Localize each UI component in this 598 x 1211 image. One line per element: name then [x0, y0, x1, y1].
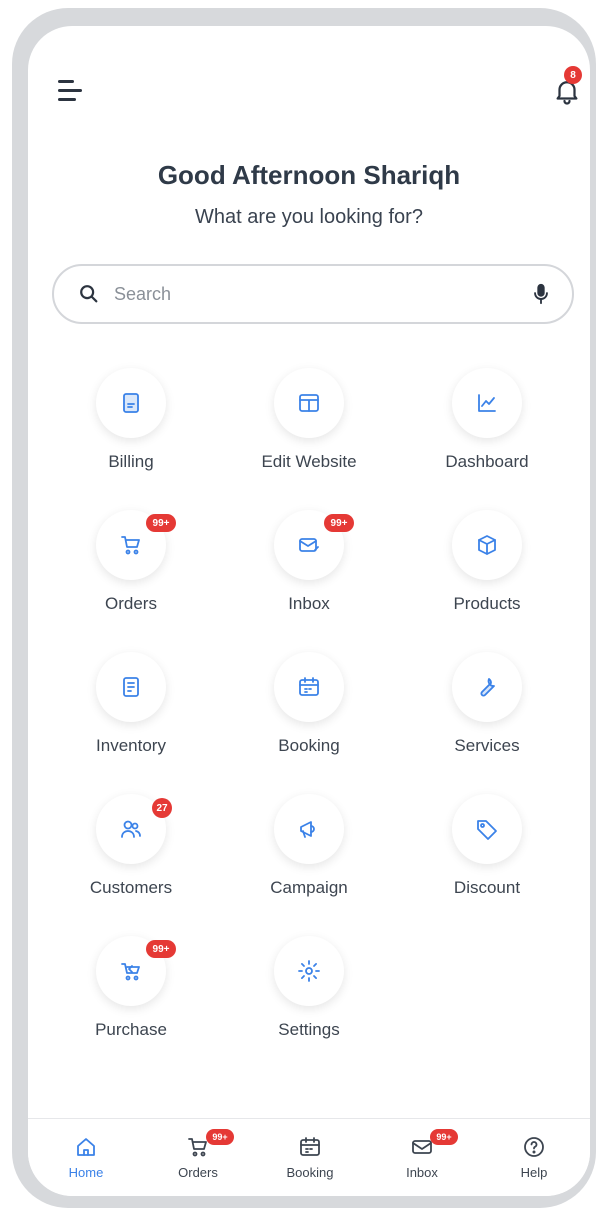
search-bar	[52, 264, 574, 324]
tile-inventory[interactable]: Inventory	[46, 652, 216, 772]
purchase-icon	[121, 963, 140, 981]
nav-inbox[interactable]: Inbox 99+	[372, 1129, 472, 1193]
search-icon	[80, 285, 98, 303]
count-badge: 99+	[146, 514, 176, 532]
tile-label: Campaign	[270, 878, 348, 897]
greeting-title: Good Afternoon Shariqh	[157, 160, 461, 190]
tile-icon-circle	[452, 652, 522, 722]
gear-icon	[298, 960, 320, 982]
tile-label: Services	[454, 736, 520, 755]
count-badge: 27	[152, 798, 172, 818]
megaphone-icon	[300, 821, 315, 838]
tile-icon-circle	[452, 368, 522, 438]
tile-label: Billing	[108, 452, 154, 471]
menu-icon[interactable]	[58, 80, 86, 102]
tile-icon-circle	[274, 368, 344, 438]
nav-label: Home	[68, 1165, 104, 1180]
cart-icon	[121, 536, 140, 555]
tile-billing[interactable]: Billing	[46, 368, 216, 488]
tile-booking[interactable]: Booking	[224, 652, 394, 772]
tile-icon-circle	[452, 510, 522, 580]
customers-icon	[121, 820, 141, 838]
billing-icon	[123, 393, 139, 413]
tag-icon	[477, 820, 497, 840]
tile-label: Inventory	[96, 736, 166, 755]
count-badge: 99+	[324, 514, 354, 532]
box-icon	[478, 535, 496, 555]
tile-label: Inbox	[288, 594, 330, 613]
tile-edit-website[interactable]: Edit Website	[224, 368, 394, 488]
tile-campaign[interactable]: Campaign	[224, 794, 394, 914]
wrench-icon	[480, 678, 495, 697]
nav-help[interactable]: Help	[484, 1129, 584, 1193]
edit-website-icon	[299, 394, 319, 412]
greeting-subtitle: What are you looking for?	[195, 206, 423, 228]
tile-customers[interactable]: Customers 27	[46, 794, 216, 914]
tile-label: Settings	[278, 1020, 340, 1039]
tile-settings[interactable]: Settings	[224, 936, 394, 1056]
search-input[interactable]	[114, 283, 494, 305]
tile-icon-circle	[274, 794, 344, 864]
tile-icon-circle	[452, 794, 522, 864]
app-screen: 8 Good Afternoon Shariqh What are you lo…	[28, 26, 590, 1196]
tile-icon-circle	[96, 652, 166, 722]
tile-orders[interactable]: Orders 99+	[46, 510, 216, 630]
booking-icon	[299, 677, 319, 696]
tile-label: Purchase	[95, 1020, 167, 1039]
inventory-icon	[123, 677, 139, 697]
tile-icon-circle	[274, 936, 344, 1006]
nav-booking[interactable]: Booking	[260, 1129, 360, 1193]
nav-home[interactable]: Home	[36, 1129, 136, 1193]
tile-products[interactable]: Products	[402, 510, 572, 630]
nav-label: Booking	[286, 1165, 334, 1180]
nav-count-badge: 99+	[206, 1129, 234, 1145]
tile-dashboard[interactable]: Dashboard	[402, 368, 572, 488]
tile-label: Discount	[453, 878, 521, 897]
tile-purchase[interactable]: Purchase 99+	[46, 936, 216, 1056]
tile-label: Orders	[105, 594, 157, 613]
tile-label: Customers	[89, 878, 173, 897]
calendar-icon	[300, 1137, 320, 1156]
inbox-icon	[299, 538, 319, 552]
nav-label: Orders	[178, 1165, 218, 1180]
home-icon	[77, 1138, 95, 1156]
nav-count-badge: 99+	[430, 1129, 458, 1145]
tile-icon-circle	[96, 368, 166, 438]
tile-label: Products	[453, 594, 521, 613]
nav-label: Help	[520, 1165, 548, 1180]
tile-discount[interactable]: Discount	[402, 794, 572, 914]
nav-orders[interactable]: Orders 99+	[148, 1129, 248, 1193]
tile-label: Booking	[278, 736, 340, 755]
count-badge: 99+	[146, 940, 176, 958]
tile-label: Dashboard	[445, 452, 529, 471]
microphone-icon[interactable]	[530, 282, 552, 306]
tile-inbox[interactable]: Inbox 99+	[224, 510, 394, 630]
tile-icon-circle	[274, 652, 344, 722]
tile-services[interactable]: Services	[402, 652, 572, 772]
tile-label: Edit Website	[261, 452, 357, 471]
help-icon	[524, 1137, 544, 1157]
dashboard-icon	[478, 394, 496, 412]
notification-badge: 8	[564, 66, 582, 84]
bottom-navigation: Home Orders 99+ Booking Inbox 99+ Help	[28, 1118, 590, 1196]
nav-label: Inbox	[406, 1165, 438, 1180]
